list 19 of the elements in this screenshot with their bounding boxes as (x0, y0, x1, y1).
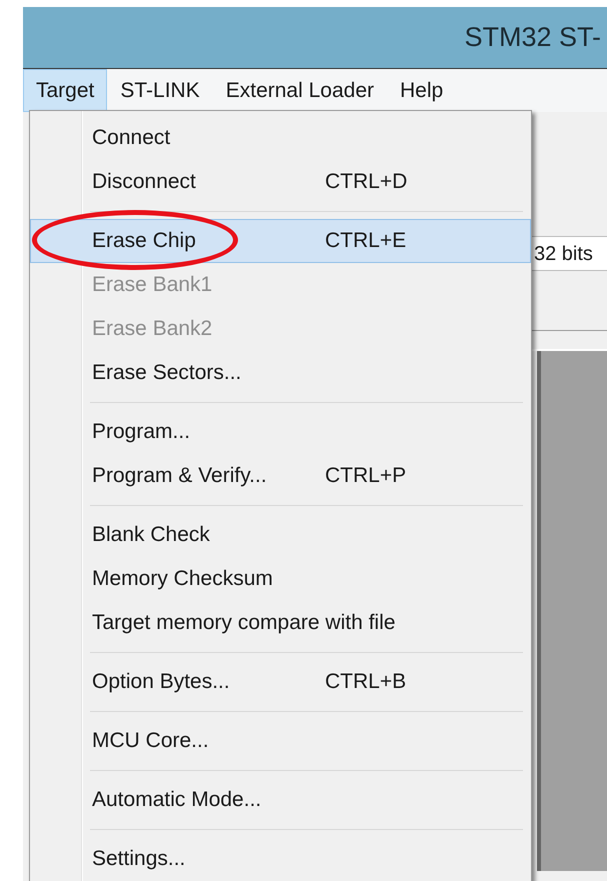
menu-bar-item[interactable]: External Loader (212, 69, 387, 112)
menu-item[interactable]: Target memory compare with file (30, 601, 531, 645)
menu-item[interactable]: MCU Core... (30, 719, 531, 763)
menu-item[interactable]: Settings... (30, 837, 531, 881)
menu-item[interactable]: Erase Sectors... (30, 351, 531, 395)
menu-item[interactable]: Blank Check (30, 513, 531, 557)
menu-bar-item[interactable]: ST-LINK (107, 69, 213, 112)
menu-item[interactable]: Erase Chip CTRL+E (30, 219, 531, 263)
menu-item[interactable]: Program... (30, 410, 531, 454)
input-field[interactable]: 32 bits (532, 236, 607, 271)
menu-item[interactable]: Option Bytes... CTRL+B (30, 660, 531, 704)
menu-item[interactable]: Memory Checksum (30, 557, 531, 601)
menu-item[interactable]: Connect (30, 116, 531, 160)
menu-bar-item[interactable]: Help (387, 69, 456, 112)
window-title: STM32 ST- (464, 21, 601, 54)
menu-item[interactable]: Disconnect CTRL+D (30, 160, 531, 204)
menu-bar-item[interactable]: Target (23, 69, 108, 112)
menu-item[interactable]: Program & Verify... CTRL+P (30, 454, 531, 498)
menu-item[interactable]: Automatic Mode... (30, 778, 531, 822)
